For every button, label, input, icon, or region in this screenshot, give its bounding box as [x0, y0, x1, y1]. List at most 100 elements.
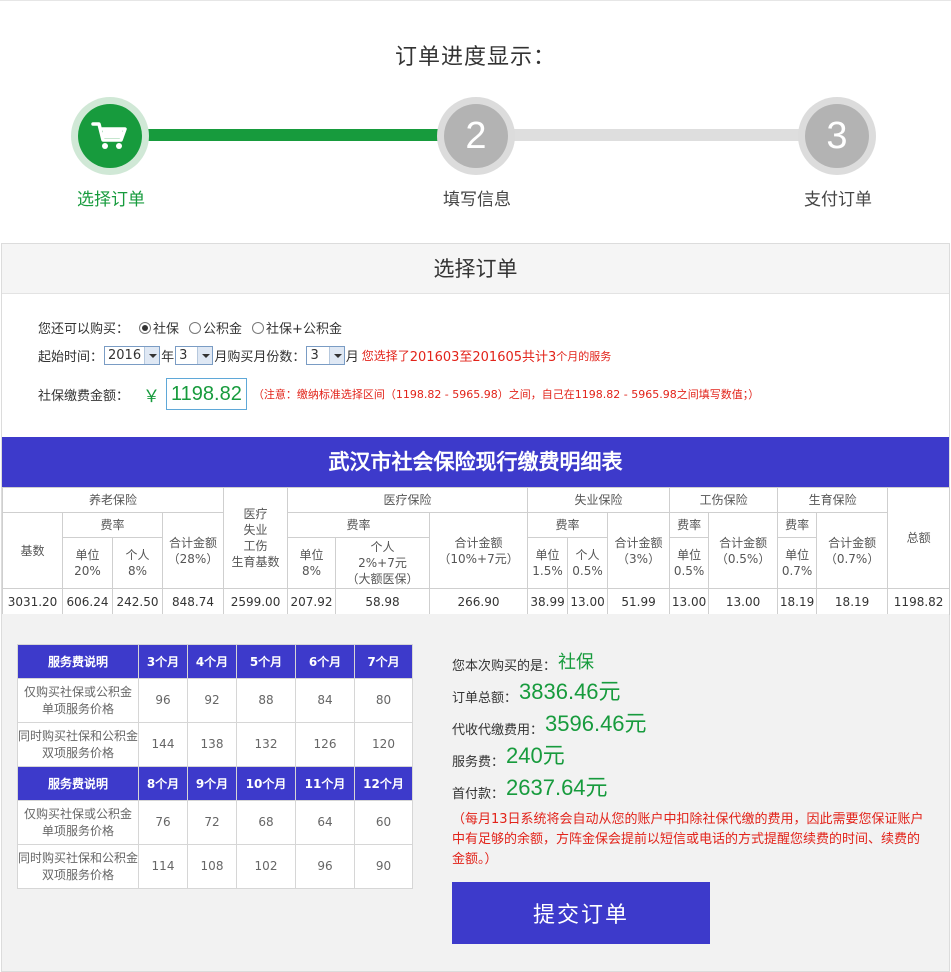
table-cell: 102 [236, 844, 296, 889]
submit-order-button[interactable]: 提交订单 [452, 882, 710, 944]
rate-value: 0.7% [781, 564, 813, 578]
pension-total-header: 合计金额 （28%） [161, 512, 225, 589]
fee-row-label-line1: 同时购买社保和公积金 [18, 850, 139, 865]
amount-input[interactable]: 1198.82 [166, 378, 247, 410]
medical-header: 医疗保险 [287, 487, 529, 513]
fee-month-header: 8个月 [138, 766, 188, 801]
fee-month-header: 6个月 [295, 644, 355, 679]
radio-shebao-label[interactable]: 社保 [153, 318, 179, 337]
detail-table-title: 武汉市社会保险现行缴费明细表 [2, 437, 949, 487]
currency-symbol: ￥ [143, 386, 161, 407]
unit-label: 单位 [299, 548, 324, 562]
rate-value: 0.5% [572, 564, 603, 578]
medical-unit-rate: 单位 8% [287, 537, 337, 589]
first-payment-label: 首付款： [452, 787, 505, 802]
agency-value: 3596.46元 [545, 711, 647, 736]
fee-month-header: 10个月 [236, 766, 296, 801]
radio-both[interactable] [252, 321, 265, 334]
fee-month-header: 7个月 [354, 644, 413, 679]
detail-values-row: 3031.20 606.24 242.50 848.74 2599.00 207… [2, 588, 951, 615]
table-cell: 132 [236, 722, 296, 767]
table-cell: 207.92 [287, 588, 337, 615]
rate-value: 20% [74, 564, 101, 578]
count-unit: 月 [345, 350, 359, 365]
agency-row: 代收代缴费用： 3596.46元 [452, 706, 942, 738]
fee-row-label-line2: 双项服务价格 [41, 745, 114, 760]
table-cell: 60 [354, 800, 413, 845]
step-3-number: 3 [805, 104, 869, 168]
table-cell: 51.99 [607, 588, 671, 615]
fee-month-header: 5个月 [236, 644, 296, 679]
order-summary-area: 服务费说明 3个月 4个月 5个月 6个月 7个月 仅购买社保或公积金 单项服务价… [2, 614, 949, 971]
personal-label: 个人 [125, 548, 150, 562]
maternity-unit-rate: 单位 0.7% [777, 537, 818, 589]
table-cell: 120 [354, 722, 413, 767]
payment-tip: （每月13日系统将会自动从您的账户中扣除社保代缴的费用，因此需要您保证账户中有足… [452, 812, 924, 867]
year-select[interactable]: 2016 [104, 346, 161, 365]
fee-header-label: 服务费说明 [17, 644, 139, 679]
grand-total-header: 总额 [887, 487, 951, 589]
radio-shebao[interactable] [139, 321, 152, 334]
buy-type-row: 您还可以购买： 社保 公积金 社保+公积金 [38, 318, 342, 337]
count-value: 3 [310, 348, 319, 363]
step-1-indicator [71, 97, 149, 175]
table-cell: 88 [236, 678, 296, 723]
injury-total-header: 合计金额 （0.5%） [708, 512, 779, 589]
total-row: 订单总额： 3836.46元 [452, 674, 942, 706]
radio-both-label[interactable]: 社保+公积金 [266, 318, 342, 337]
first-payment-value: 2637.64元 [506, 775, 608, 800]
table-cell: 96 [138, 678, 188, 723]
chevron-down-icon [144, 347, 160, 364]
personal-label: 个人 [575, 548, 600, 562]
medical-base-line1: 医疗 [243, 507, 268, 521]
select-order-section: 选择订单 您还可以购买： 社保 公积金 社保+公积金 起始时间： 2016 年 … [1, 243, 951, 972]
table-cell: 72 [187, 800, 237, 845]
table-cell: 606.24 [62, 588, 113, 615]
medical-total-header: 合计金额 （10%+7元） [429, 512, 529, 589]
start-time-label: 起始时间： [38, 350, 104, 365]
fee-row-label-line1: 仅购买社保或公积金 [23, 684, 132, 699]
rate-value: 2%+7元 [358, 556, 407, 570]
unemployment-total-header: 合计金额 （3%） [607, 512, 671, 589]
count-select[interactable]: 3 [306, 346, 345, 365]
table-cell: 68 [236, 800, 296, 845]
service-fee-table: 服务费说明 3个月 4个月 5个月 6个月 7个月 仅购买社保或公积金 单项服务价… [17, 644, 413, 889]
radio-gongjijin[interactable] [189, 321, 202, 334]
step-3-indicator: 3 [798, 97, 876, 175]
table-cell: 3031.20 [2, 588, 63, 615]
chevron-down-icon [197, 347, 213, 364]
chevron-down-icon [328, 347, 344, 364]
radio-gongjijin-label[interactable]: 公积金 [203, 318, 242, 337]
pension-unit-rate: 单位 20% [62, 537, 113, 589]
base-header: 基数 [2, 512, 63, 589]
month-select[interactable]: 3 [175, 346, 214, 365]
table-cell: 266.90 [429, 588, 529, 615]
unit-label: 单位 [677, 548, 702, 562]
unemployment-unit-rate: 单位 1.5% [527, 537, 569, 589]
service-label: 服务费： [452, 755, 505, 770]
amount-note: （注意：缴纳标准选择区间（1198.82 - 5965.98）之间，自己在119… [252, 388, 760, 401]
fee-row-label: 同时购买社保和公积金 双项服务价格 [17, 844, 139, 889]
progress-bar-done [110, 129, 478, 141]
start-time-row: 起始时间： 2016 年 3 月 购买月份数： 3 月 您选择了 201603至… [38, 346, 611, 365]
step-2-number: 2 [444, 104, 508, 168]
fee-row-label: 仅购买社保或公积金 单项服务价格 [17, 678, 139, 723]
fee-month-header: 3个月 [138, 644, 188, 679]
medical-base-line4: 生育基数 [231, 555, 280, 569]
fee-row-label-line1: 同时购买社保和公积金 [18, 728, 139, 743]
amount-label: 社保缴费金额： [38, 388, 130, 404]
table-cell: 13.00 [567, 588, 609, 615]
table-cell: 2599.00 [223, 588, 289, 615]
table-cell: 76 [138, 800, 188, 845]
rate-value: 0.5% [673, 564, 705, 578]
table-cell: 64 [295, 800, 355, 845]
fee-row-label-line2: 单项服务价格 [41, 823, 114, 838]
medical-base-line3: 工伤 [243, 539, 268, 553]
pension-header: 养老保险 [1, 487, 225, 513]
selected-range: 201603至201605共计3 [409, 350, 557, 365]
service-row: 服务费： 240元 [452, 738, 942, 770]
pension-total-rate: （28%） [167, 551, 219, 566]
step-2-label: 填写信息 [443, 190, 511, 210]
maternity-total-rate: （0.7%） [824, 551, 880, 566]
count-label: 购买月份数： [227, 350, 306, 365]
